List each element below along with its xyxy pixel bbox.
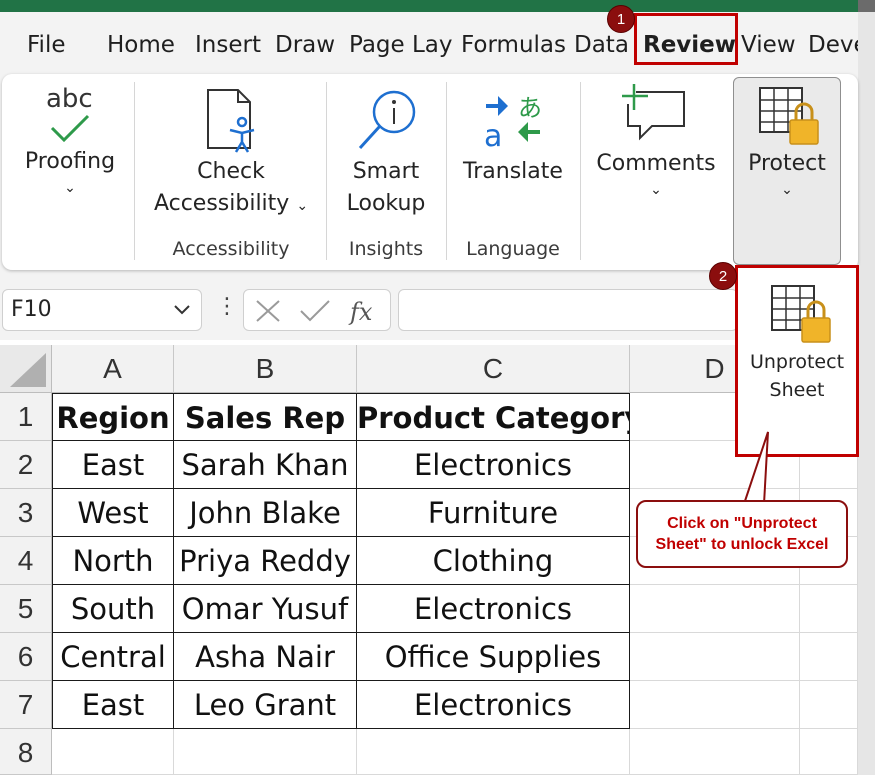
new-comment-icon (592, 82, 720, 148)
table-cell[interactable]: West (52, 489, 174, 537)
table-cell[interactable]: Priya Reddy (174, 537, 357, 585)
unprotect-sheet-menu-item[interactable]: Unprotect Sheet (735, 265, 859, 457)
empty-cell[interactable] (630, 681, 800, 729)
tab-file[interactable]: File (27, 30, 66, 60)
empty-cell[interactable] (52, 729, 174, 775)
column-header-b[interactable]: B (174, 345, 357, 393)
column-header-a[interactable]: A (52, 345, 174, 393)
smart-lookup-icon (336, 84, 436, 156)
empty-cell[interactable] (800, 681, 858, 729)
ribbon-separator (446, 82, 447, 260)
more-options-icon[interactable]: ⋮ (216, 294, 238, 319)
spelling-check-icon: abc (14, 84, 126, 146)
chevron-down-icon: ⌄ (781, 182, 793, 198)
ribbon-separator (134, 82, 135, 260)
table-header-cell[interactable]: Region (52, 393, 174, 441)
tab-draw[interactable]: Draw (275, 30, 335, 60)
instruction-callout: Click on "Unprotect Sheet" to unlock Exc… (636, 500, 848, 568)
tab-home[interactable]: Home (107, 30, 175, 60)
empty-cell[interactable] (800, 633, 858, 681)
tab-developer[interactable]: Developer (808, 30, 858, 60)
accessibility-icon (148, 84, 314, 156)
svg-text:a: a (484, 119, 502, 150)
table-cell[interactable]: Electronics (357, 441, 630, 489)
table-cell[interactable]: Leo Grant (174, 681, 357, 729)
group-label-accessibility: Accessibility (172, 238, 290, 260)
translate-button[interactable]: あ a Translate (456, 84, 570, 188)
review-tab-highlight (634, 13, 738, 65)
comments-button[interactable]: Comments ⌄ (592, 82, 720, 200)
empty-cell[interactable] (800, 585, 858, 633)
smart-lookup-button[interactable]: Smart Lookup (336, 84, 436, 220)
row-header-7[interactable]: 7 (0, 681, 52, 729)
enter-check-icon[interactable] (298, 298, 332, 324)
chevron-down-icon[interactable] (173, 290, 191, 345)
chevron-down-icon: ⌄ (64, 180, 76, 196)
empty-cell[interactable] (630, 729, 800, 775)
empty-cell[interactable] (630, 633, 800, 681)
row-header-1[interactable]: 1 (0, 393, 52, 441)
tab-view[interactable]: View (741, 30, 796, 60)
ribbon-separator (580, 82, 581, 260)
row-header-3[interactable]: 3 (0, 489, 52, 537)
insert-function-icon[interactable]: fx (348, 296, 382, 326)
select-all-corner[interactable] (0, 345, 52, 393)
callout-pointer (743, 431, 769, 505)
empty-cell[interactable] (174, 729, 357, 775)
name-box[interactable]: F10 (2, 289, 202, 331)
table-cell[interactable]: Sarah Khan (174, 441, 357, 489)
step-badge-2: 2 (709, 262, 737, 290)
chevron-down-icon: ⌄ (296, 198, 309, 214)
unprotect-sheet-icon (771, 285, 831, 343)
protect-button[interactable]: Protect ⌄ (733, 77, 841, 265)
right-edge (858, 0, 875, 775)
tab-page-layout[interactable]: Page Layout (349, 30, 453, 60)
table-cell[interactable]: East (52, 681, 174, 729)
svg-text:あ: あ (518, 94, 542, 122)
step-badge-1: 1 (607, 5, 635, 33)
table-cell[interactable]: North (52, 537, 174, 585)
table-cell[interactable]: John Blake (174, 489, 357, 537)
check-accessibility-button[interactable]: Check Accessibility ⌄ (148, 84, 314, 222)
row-header-4[interactable]: 4 (0, 537, 52, 585)
table-cell[interactable]: South (52, 585, 174, 633)
window-top-bar (0, 0, 858, 12)
tab-insert[interactable]: Insert (195, 30, 261, 60)
proofing-button[interactable]: abc Proofing ⌄ (14, 84, 126, 198)
row-header-8[interactable]: 8 (0, 729, 52, 775)
empty-cell[interactable] (357, 729, 630, 775)
row-header-6[interactable]: 6 (0, 633, 52, 681)
table-cell[interactable]: Furniture (357, 489, 630, 537)
row-header-2[interactable]: 2 (0, 441, 52, 489)
table-cell[interactable]: Clothing (357, 537, 630, 585)
formula-input[interactable] (398, 289, 738, 331)
group-label-insights: Insights (348, 238, 424, 260)
table-cell[interactable]: Electronics (357, 585, 630, 633)
translate-icon: あ a (456, 84, 570, 156)
column-header-c[interactable]: C (357, 345, 630, 393)
svg-text:fx: fx (348, 298, 373, 326)
table-cell[interactable]: Office Supplies (357, 633, 630, 681)
protect-sheet-icon (734, 78, 840, 148)
table-cell[interactable]: Asha Nair (174, 633, 357, 681)
empty-cell[interactable] (630, 585, 800, 633)
row-header-5[interactable]: 5 (0, 585, 52, 633)
group-label-language: Language (466, 238, 560, 260)
formula-actions: fx (243, 289, 391, 331)
empty-cell[interactable] (800, 729, 858, 775)
tab-formulas[interactable]: Formulas (461, 30, 565, 60)
tab-data[interactable]: Data (574, 30, 629, 60)
table-header-cell[interactable]: Product Category (357, 393, 630, 441)
table-cell[interactable]: Central (52, 633, 174, 681)
ribbon-separator (326, 82, 327, 260)
cancel-icon[interactable] (254, 298, 282, 324)
table-cell[interactable]: East (52, 441, 174, 489)
table-header-cell[interactable]: Sales Rep (174, 393, 357, 441)
chevron-down-icon: ⌄ (650, 182, 662, 198)
table-cell[interactable]: Electronics (357, 681, 630, 729)
table-cell[interactable]: Omar Yusuf (174, 585, 357, 633)
